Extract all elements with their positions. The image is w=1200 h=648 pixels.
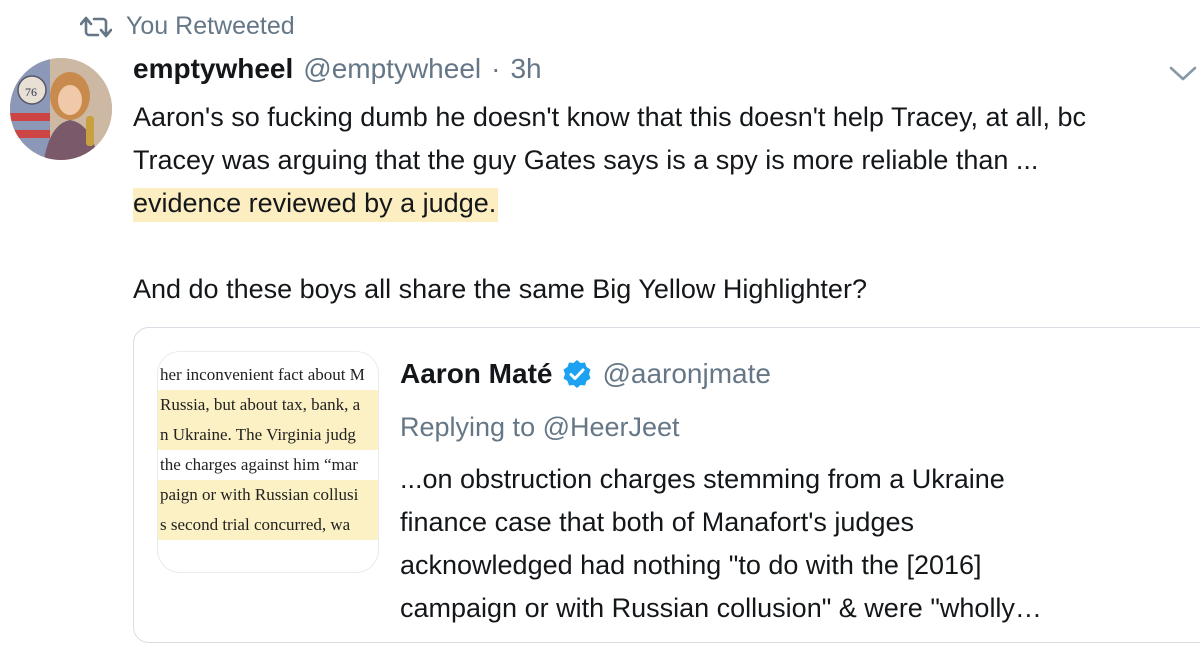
separator-dot: · [491,53,501,84]
tweet-text-line: Aaron's so fucking dumb he doesn't know … [133,102,1087,132]
chevron-down-icon[interactable] [1168,62,1198,84]
thumbnail-text-line: Russia, but about tax, bank, a [158,390,378,420]
svg-text:76: 76 [25,85,37,99]
avatar[interactable]: 76 [10,58,112,160]
retweet-context: You Retweeted [80,12,295,41]
tweet-timestamp[interactable]: 3h [510,53,541,85]
quoted-tweet-body: ...on obstruction charges stemming from … [400,458,1042,630]
quoted-text-line: campaign or with Russian collusion" & we… [400,593,1042,623]
quoted-author-display-name[interactable]: Aaron Maté [400,358,552,390]
highlighted-text: evidence reviewed by a judge. [133,188,499,222]
retweet-icon [80,16,112,37]
retweet-label: You Retweeted [126,12,295,40]
quoted-text-line: acknowledged had nothing "to do with the… [400,550,982,580]
verified-badge-icon [563,360,591,388]
tweet-body: Aaron's so fucking dumb he doesn't know … [133,96,1200,311]
thumbnail-text-line: her inconvenient fact about M [160,365,365,384]
replying-to[interactable]: Replying to @HeerJeet [400,412,680,443]
thumbnail-text-line: s second trial concurred, wa [158,510,378,540]
thumbnail-text-line: n Ukraine. The Virginia judg [158,420,378,450]
quoted-tweet-card[interactable]: her inconvenient fact about M Russia, bu… [133,327,1200,643]
quoted-tweet-header: Aaron Maté @aaronjmate [400,358,771,390]
tweet-text-line: And do these boys all share the same Big… [133,274,867,304]
quoted-text-line: ...on obstruction charges stemming from … [400,464,1005,494]
thumbnail-text-line: the charges against him “mar [160,455,358,474]
thumbnail-text-line: paign or with Russian collusi [158,480,378,510]
quoted-text-line: finance case that both of Manafort's jud… [400,507,914,537]
tweet-header: emptywheel @emptywheel · 3h [133,53,542,85]
tweet-text-line: Tracey was arguing that the guy Gates sa… [133,145,1039,175]
quoted-author-handle[interactable]: @aaronjmate [602,358,771,390]
author-display-name[interactable]: emptywheel [133,53,293,85]
quoted-tweet-thumbnail[interactable]: her inconvenient fact about M Russia, bu… [158,352,378,572]
author-handle[interactable]: @emptywheel [303,53,481,85]
